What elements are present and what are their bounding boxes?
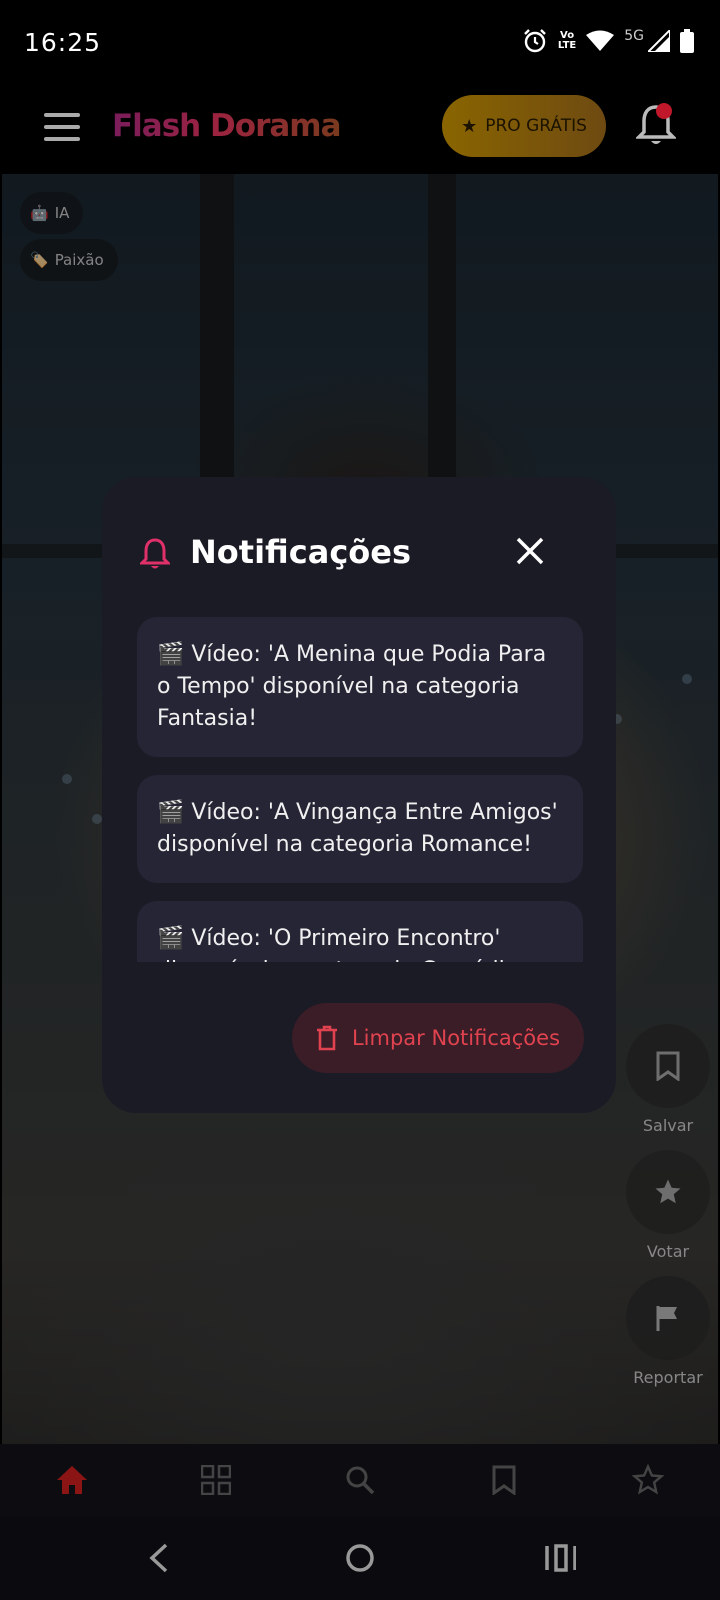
close-icon[interactable]: [512, 533, 548, 569]
home-icon: [57, 1466, 87, 1494]
system-navigation: [0, 1516, 720, 1600]
nav-saved[interactable]: [432, 1444, 576, 1516]
nav-categories[interactable]: [144, 1444, 288, 1516]
grid-icon: [201, 1465, 231, 1495]
alarm-icon: [524, 29, 546, 53]
network-type-label: 5G: [624, 28, 644, 44]
nav-search[interactable]: [288, 1444, 432, 1516]
notifications-dialog: Notificações 🎬 Vídeo: 'A Menina que Podi…: [102, 477, 616, 1113]
star-icon: [632, 1464, 664, 1495]
clear-notifications-button[interactable]: Limpar Notificações: [292, 1003, 584, 1073]
search-icon: [346, 1466, 375, 1495]
wifi-icon: [586, 30, 615, 51]
notification-item[interactable]: 🎬 Vídeo: 'O Primeiro Encontro' disponíve…: [137, 901, 583, 962]
trash-icon: [316, 1025, 337, 1051]
pro-button-label: PRO GRÁTIS: [485, 116, 587, 136]
volte-bottom-label: LTE: [557, 40, 577, 51]
clear-notifications-label: Limpar Notificações: [351, 1026, 561, 1050]
bookmark-icon: [492, 1465, 516, 1495]
signal-icon: [648, 30, 670, 52]
volte-icon: Vo LTE: [558, 31, 576, 51]
status-bar: 16:25 Vo LTE 5G: [0, 0, 720, 88]
nav-home[interactable]: [0, 1444, 144, 1516]
back-icon[interactable]: [146, 1542, 170, 1574]
status-time: 16:25: [24, 28, 102, 57]
pro-button[interactable]: ★ PRO GRÁTIS: [442, 95, 606, 157]
status-icons: Vo LTE 5G: [522, 28, 694, 54]
menu-icon[interactable]: [44, 113, 80, 143]
recents-icon[interactable]: [544, 1542, 576, 1574]
dialog-title: Notificações: [190, 533, 412, 571]
bell-icon: [140, 538, 170, 569]
battery-icon: [680, 29, 694, 53]
notification-list[interactable]: 🎬 Vídeo: 'A Menina que Podia Para o Temp…: [137, 617, 583, 962]
app-bar: Flash Dorama ★ PRO GRÁTIS: [0, 88, 720, 174]
notification-badge: [656, 103, 672, 119]
notification-item[interactable]: 🎬 Vídeo: 'A Vingança Entre Amigos' dispo…: [137, 775, 583, 883]
home-circle-icon[interactable]: [344, 1542, 376, 1574]
app-logo: Flash Dorama: [112, 108, 341, 144]
star-icon: ★: [461, 115, 478, 137]
notification-item[interactable]: 🎬 Vídeo: 'A Menina que Podia Para o Temp…: [137, 617, 583, 757]
notifications-button[interactable]: [634, 103, 678, 147]
nav-favorites[interactable]: [576, 1444, 720, 1516]
bottom-navigation: [0, 1444, 720, 1516]
